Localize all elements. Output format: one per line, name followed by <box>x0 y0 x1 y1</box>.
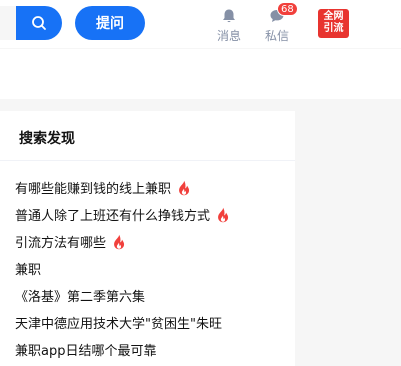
nav-messages-label: 消息 <box>216 29 241 43</box>
list-item-text: 有哪些能赚到钱的线上兼职 <box>15 182 172 197</box>
bell-icon <box>223 9 235 23</box>
ask-question-button[interactable]: 提问 <box>75 6 145 40</box>
list-item[interactable]: 引流方法有哪些 <box>15 228 285 255</box>
search-icon <box>32 16 46 30</box>
list-item[interactable]: 兼职 <box>15 255 285 282</box>
search-discover-card: 搜索发现 有哪些能赚到钱的线上兼职 普通人除了上班还有什么挣钱方式 引流方法有哪些兼… <box>0 111 295 366</box>
search-button[interactable] <box>16 6 62 40</box>
promo-line: 引流 <box>323 23 344 34</box>
list-item-text: 引流方法有哪些 <box>15 236 107 251</box>
unread-count-badge: 68 <box>277 2 298 16</box>
divider <box>0 160 295 161</box>
list-item-text: 天津中德应用技术大学"贫困生"朱旺 <box>15 317 222 332</box>
list-item[interactable]: 有哪些能赚到钱的线上兼职 <box>15 174 285 201</box>
promo-badge[interactable]: 全网 引流 <box>318 9 349 38</box>
list-item[interactable]: 《洛基》第二季第六集 <box>15 282 285 309</box>
list-item-text: 兼职 <box>15 263 42 278</box>
list-item[interactable]: 普通人除了上班还有什么挣钱方式 <box>15 201 285 228</box>
list-item-text: 兼职app日结哪个最可靠 <box>15 344 157 359</box>
list-item[interactable]: 兼职app日结哪个最可靠 <box>15 336 285 363</box>
hot-flame-icon <box>112 234 126 250</box>
discover-list: 有哪些能赚到钱的线上兼职普通人除了上班还有什么挣钱方式 引流方法有哪些 兼职《洛基》… <box>15 174 285 363</box>
list-item-text: 普通人除了上班还有什么挣钱方式 <box>15 209 211 224</box>
nav-private-label: 私信 <box>264 29 289 43</box>
hot-flame-icon <box>216 207 230 223</box>
hot-flame-icon <box>177 180 191 196</box>
list-item[interactable]: 天津中德应用技术大学"贫困生"朱旺 <box>15 309 285 336</box>
content-header-strip <box>0 49 401 99</box>
card-title: 搜索发现 <box>19 131 75 147</box>
nav-private-messages[interactable]: 68 私信 <box>260 2 298 44</box>
list-item-text: 《洛基》第二季第六集 <box>15 290 146 305</box>
top-bar: 提问 消息 68 私信 全网 引流 <box>0 0 401 48</box>
nav-messages[interactable]: 消息 <box>212 8 246 44</box>
promo-line: 全网 <box>323 11 344 22</box>
